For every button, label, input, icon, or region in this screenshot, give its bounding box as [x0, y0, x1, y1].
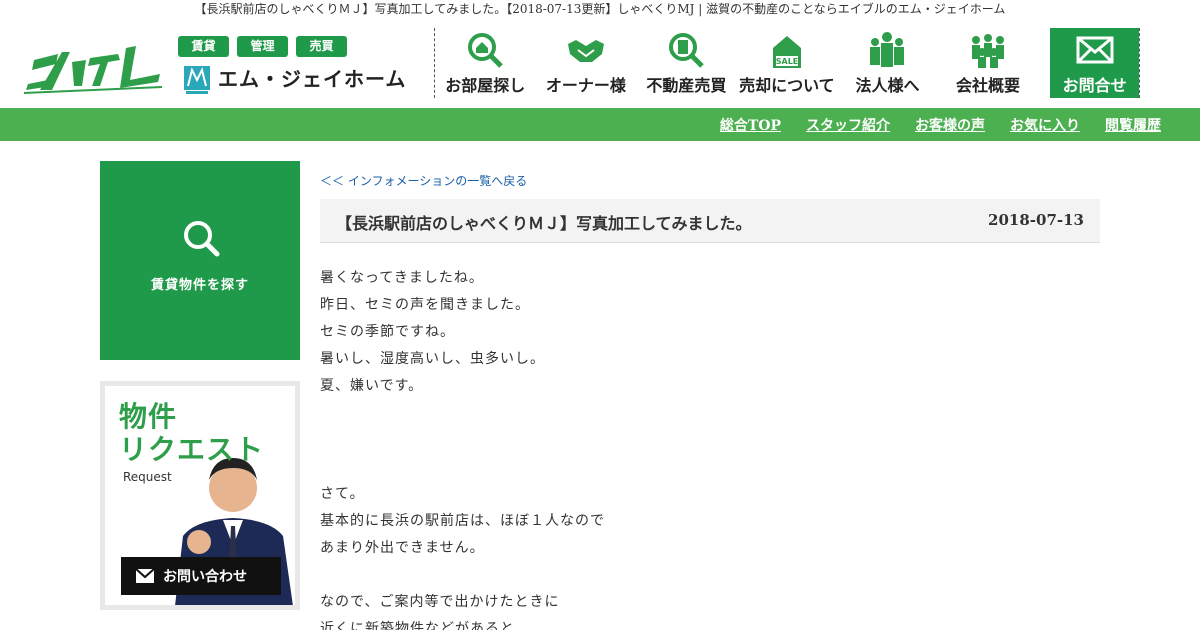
group-icon — [972, 34, 1004, 68]
nav-selling[interactable]: SALE 売却について — [737, 28, 838, 98]
page-title-bar: 【長浜駅前店のしゃべくりＭＪ】写真加工してみました。【2018-07-13更新】… — [194, 2, 1006, 16]
nav-label: 法人様へ — [855, 76, 920, 95]
post-line — [320, 562, 1100, 589]
subnav-staff-link[interactable]: スタッフ紹介 — [806, 115, 890, 135]
tag-sale: 売買 — [296, 36, 347, 57]
mj-logo-icon — [184, 66, 210, 94]
banner-inner: 物件 リクエスト Request お問い合わせ — [105, 386, 295, 605]
banner-title-line1: 物件 — [119, 400, 178, 433]
post-line: 暑いし、湿度高いし、虫多いし。 — [320, 351, 545, 367]
banner-contact-label: お問い合わせ — [163, 569, 247, 585]
tag-management: 管理 — [237, 36, 288, 57]
nav-real-estate-trade[interactable]: 不動産売買 — [636, 28, 737, 98]
post-line: あまり外出できません。 — [320, 540, 485, 556]
post-line: さて。 — [320, 486, 365, 502]
main-nav: お部屋探し オーナー様 不動産売買 SALE 売却について 法人様へ 会社概要 … — [434, 28, 1140, 98]
subnav-favorites-link[interactable]: お気に入り — [1010, 115, 1080, 135]
sub-nav-bar: 総合TOP スタッフ紹介 お客様の声 お気に入り 閲覧履歴 — [0, 108, 1200, 141]
nav-label: 売却について — [739, 76, 835, 95]
post-body: 暑くなってきましたね。 昨日、セミの声を聞きました。 セミの季節ですね。 暑いし… — [320, 265, 1100, 630]
nav-room-search[interactable]: お部屋探し — [435, 28, 536, 98]
tag-rent: 賃貸 — [178, 36, 229, 57]
nav-contact[interactable]: お問合せ — [1050, 28, 1139, 98]
nav-company[interactable]: 会社概要 — [938, 28, 1039, 98]
mail-icon — [1076, 36, 1114, 64]
banner-title-line2: リクエスト — [119, 433, 265, 466]
site-header: 賃貸 管理 売買 エム・ジェイホーム お部屋探し オーナー様 不動産売買 SAL… — [0, 20, 1200, 108]
company-name: エム・ジェイホーム — [218, 67, 407, 91]
banner-title: 物件 リクエスト — [119, 400, 264, 466]
mail-icon — [135, 568, 155, 583]
post-line — [320, 400, 1100, 427]
sub-nav: 総合TOP スタッフ紹介 お客様の声 お気に入り 閲覧履歴 — [695, 108, 1161, 141]
post-line: 夏、嫌いです。 — [320, 378, 424, 394]
post-line: 昨日、セミの声を聞きました。 — [320, 297, 530, 313]
subnav-history-link[interactable]: 閲覧履歴 — [1105, 115, 1161, 135]
post-line: 暑くなってきましたね。 — [320, 270, 484, 286]
nav-label: 会社概要 — [956, 76, 1021, 95]
subnav-top-link[interactable]: 総合TOP — [720, 115, 781, 135]
banner-contact-button[interactable]: お問い合わせ — [121, 557, 281, 595]
service-tags: 賃貸 管理 売買 — [178, 36, 347, 57]
post-line: 近くに新築物件などがあると — [320, 621, 515, 630]
handshake-icon — [567, 40, 604, 62]
nav-label: お問合せ — [1062, 76, 1127, 95]
post-line — [320, 427, 1100, 454]
post-header: 【長浜駅前店のしゃべくりＭＪ】写真加工してみました。 2018-07-13 — [320, 199, 1100, 243]
post-line: セミの季節ですね。 — [320, 324, 455, 340]
sale-house-icon: SALE — [772, 36, 801, 68]
post-line: なので、ご案内等で出かけたときに — [320, 594, 560, 610]
nav-label: オーナー様 — [545, 76, 626, 95]
post-line: 基本的に長浜の駅前店は、ほぼ１人なので — [320, 513, 605, 529]
people-icon — [870, 32, 905, 67]
nav-corporate[interactable]: 法人様へ — [837, 28, 938, 98]
rental-search-label: 賃貸物件を探す — [150, 278, 249, 293]
subnav-voice-link[interactable]: お客様の声 — [915, 115, 985, 135]
banner-subtitle: Request — [123, 470, 172, 484]
able-logo[interactable] — [22, 34, 164, 96]
nav-label: お部屋探し — [445, 76, 526, 95]
building-search-icon — [669, 33, 705, 68]
house-search-icon — [468, 33, 504, 68]
rental-search-button[interactable]: 賃貸物件を探す — [100, 161, 300, 360]
nav-label: 不動産売買 — [646, 76, 727, 95]
post-line — [320, 454, 1100, 481]
back-to-info-list-link[interactable]: ＜＜ インフォメーションの一覧へ戻る — [320, 172, 527, 189]
nav-owner[interactable]: オーナー様 — [536, 28, 637, 98]
search-icon — [184, 221, 220, 257]
post-date: 2018-07-13 — [988, 211, 1084, 229]
property-request-banner[interactable]: 物件 リクエスト Request お問い合わせ — [100, 381, 300, 610]
svg-text:SALE: SALE — [776, 57, 799, 66]
post-title: 【長浜駅前店のしゃべくりＭＪ】写真加工してみました。 — [336, 214, 752, 233]
